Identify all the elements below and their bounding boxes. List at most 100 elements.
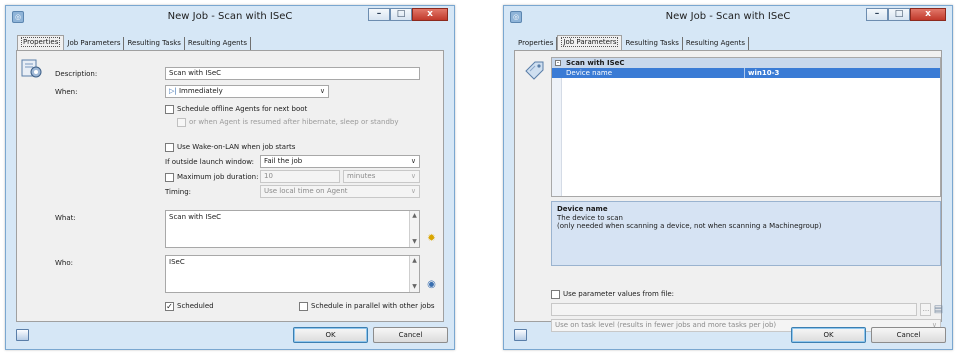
use-param-file-label: Use parameter values from file: [563,290,675,298]
notes-icon[interactable] [16,329,29,341]
title-bar[interactable]: ◎ New Job - Scan with ISeC – □ x [504,6,952,28]
param-file-path-field[interactable] [551,303,917,316]
description-pane: Device name The device to scan (only nee… [551,201,941,266]
description-label: Description: [55,70,98,78]
parameter-grid: - Scan with ISeC Device name win10-3 [551,57,941,197]
tab-properties[interactable]: Properties [17,35,65,51]
tab-resulting-agents[interactable]: Resulting Agents [683,37,749,51]
minimize-button[interactable]: – [866,8,888,21]
outside-window-label: If outside launch window: [165,158,254,166]
dialog-footer: OK Cancel [6,322,454,349]
description-field[interactable]: Scan with ISeC [165,67,420,80]
scroll-up-icon[interactable]: ▲ [410,211,419,221]
gear-icon[interactable]: ✹ [426,233,437,244]
tab-label: Job Parameters [561,37,619,47]
when-dropdown[interactable]: ▷| Immediately ∨ [165,85,329,98]
duration-unit-dropdown[interactable]: minutes ∨ [343,170,420,183]
who-field[interactable]: ISeC ▲ ▼ [165,255,420,293]
maximize-button[interactable]: □ [888,8,910,21]
file-icon[interactable]: ▤ [933,304,944,315]
title-bar[interactable]: ◎ New Job - Scan with ISeC – □ x [6,6,454,28]
parallel-checkbox[interactable] [299,302,308,311]
what-scrollbar[interactable]: ▲ ▼ [409,211,419,247]
grid-gutter [552,68,562,196]
tab-label: Properties [21,37,61,47]
ok-button[interactable]: OK [293,327,368,343]
caption-buttons: – □ x [368,8,448,21]
properties-panel: Description: Scan with ISeC When: ▷| Imm… [16,50,444,322]
who-label: Who: [55,259,73,267]
tab-strip: Properties Job Parameters Resulting Task… [17,35,251,51]
max-duration-field[interactable]: 10 [260,170,340,183]
grid-category[interactable]: - Scan with ISeC [552,58,940,68]
parallel-label: Schedule in parallel with other jobs [311,302,435,310]
immediately-icon: ▷| [169,87,177,95]
job-parameters-panel: - Scan with ISeC Device name win10-3 Dev… [514,50,944,332]
tab-strip: Properties Job Parameters Resulting Task… [515,35,749,51]
wake-on-lan-checkbox[interactable] [165,143,174,152]
scheduled-label: Scheduled [177,302,214,310]
tab-resulting-agents[interactable]: Resulting Agents [185,37,251,51]
job-parameters-window: ◎ New Job - Scan with ISeC – □ x Propert… [503,5,953,350]
max-duration-checkbox[interactable] [165,173,174,182]
chevron-down-icon: ∨ [319,87,325,95]
max-duration-label: Maximum job duration: [177,173,259,181]
ok-button[interactable]: OK [791,327,866,343]
scheduled-checkbox[interactable]: ✓ [165,302,174,311]
wake-on-lan-label: Use Wake-on-LAN when job starts [177,143,296,151]
use-param-file-checkbox[interactable] [551,290,560,299]
who-scrollbar[interactable]: ▲ ▼ [409,256,419,292]
what-label: What: [55,214,76,222]
agents-icon[interactable]: ◉ [426,279,437,290]
maximize-button[interactable]: □ [390,8,412,21]
grid-row-value[interactable]: win10-3 [748,68,779,78]
minimize-button[interactable]: – [368,8,390,21]
tab-job-parameters[interactable]: Job Parameters [557,35,623,51]
timing-value: Use local time on Agent [264,187,348,195]
chevron-down-icon: ∨ [410,187,416,195]
when-label: When: [55,88,78,96]
duration-unit-value: minutes [347,172,376,180]
tab-job-parameters[interactable]: Job Parameters [64,37,125,51]
tab-resulting-tasks[interactable]: Resulting Tasks [622,37,683,51]
description-line: The device to scan [557,214,623,222]
what-value: Scan with ISeC [169,213,222,221]
close-button[interactable]: x [412,8,448,21]
grid-row-key: Device name [566,69,613,77]
outside-window-value: Fail the job [264,157,303,165]
grid-column-separator [744,68,745,78]
dialog-footer: OK Cancel [504,322,952,349]
grid-category-label: Scan with ISeC [566,59,625,67]
description-line: (only needed when scanning a device, not… [557,222,822,230]
cancel-button[interactable]: Cancel [373,327,448,343]
job-settings-icon [21,59,42,78]
collapse-icon[interactable]: - [555,60,561,66]
scroll-down-icon[interactable]: ▼ [410,282,419,292]
what-field[interactable]: Scan with ISeC ▲ ▼ [165,210,420,248]
schedule-offline-checkbox[interactable] [165,105,174,114]
parameter-tag-icon [525,61,544,80]
close-button[interactable]: x [910,8,946,21]
chevron-down-icon: ∨ [410,157,416,165]
client-area: Properties Job Parameters Resulting Task… [11,29,449,322]
cancel-button[interactable]: Cancel [871,327,946,343]
when-value: Immediately [178,87,223,95]
notes-icon[interactable] [514,329,527,341]
client-area: Properties Job Parameters Resulting Task… [509,29,947,332]
resumed-checkbox[interactable] [177,118,186,127]
schedule-offline-label: Schedule offline Agents for next boot [177,105,308,113]
scroll-down-icon[interactable]: ▼ [410,237,419,247]
description-title: Device name [557,205,608,213]
resumed-label: or when Agent is resumed after hibernate… [189,118,399,126]
tab-resulting-tasks[interactable]: Resulting Tasks [124,37,185,51]
timing-label: Timing: [165,188,192,196]
timing-dropdown[interactable]: Use local time on Agent ∨ [260,185,420,198]
chevron-down-icon: ∨ [410,172,416,180]
outside-window-dropdown[interactable]: Fail the job ∨ [260,155,420,168]
job-properties-window: ◎ New Job - Scan with ISeC – □ x Propert… [5,5,455,350]
tab-properties[interactable]: Properties [515,37,558,51]
browse-button[interactable]: ... [920,303,931,316]
scroll-up-icon[interactable]: ▲ [410,256,419,266]
who-value: ISeC [169,258,185,266]
grid-row-device-name[interactable]: Device name win10-3 [552,68,940,78]
